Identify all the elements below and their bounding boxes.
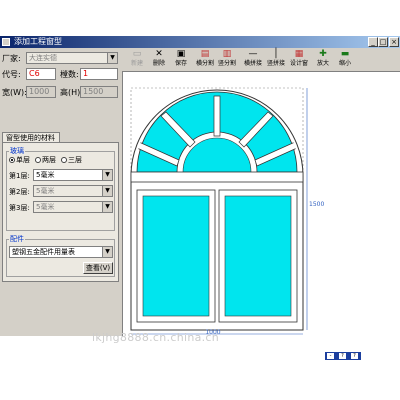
radio-dot-icon — [9, 157, 15, 163]
hsplit-icon: ▤ — [200, 49, 210, 59]
layer1-label: 第1层: — [9, 172, 30, 180]
radio-triple[interactable]: 三层 — [61, 156, 82, 165]
layer2-select[interactable]: 5毫米 ▼ — [33, 185, 113, 197]
layer1-value: 5毫米 — [36, 171, 55, 179]
right-glass — [224, 195, 292, 317]
chevron-down-icon: ▼ — [102, 247, 112, 257]
vsplit-icon: ▥ — [222, 49, 232, 59]
layer2-value: 5毫米 — [36, 187, 55, 195]
radio-dot-icon — [35, 157, 41, 163]
delete-icon: ✕ — [155, 49, 163, 59]
code-label: 代号: — [2, 70, 21, 79]
chevron-down-icon: ▼ — [102, 202, 112, 212]
left-panel: 厂家: 大连实德 ▼ 代号: C6 樘数: 1 宽(W): 1000 高(H):… — [0, 48, 122, 336]
count-label: 樘数: — [60, 70, 79, 79]
width-label: 宽(W): — [2, 88, 27, 97]
chevron-down-icon: ▼ — [102, 186, 112, 196]
height-dim-label: 1500 — [309, 201, 324, 208]
title-bar: 添加工程窗型 _ □ × — [0, 36, 400, 48]
app-window: 添加工程窗型 _ □ × 厂家: 大连实德 ▼ 代号: C6 樘数: 1 宽(W… — [0, 36, 400, 336]
toolbar-save-button[interactable]: ▣ 保存 — [170, 49, 192, 71]
width-field[interactable]: 1000 — [26, 86, 56, 98]
toolbar-hjoin-button[interactable]: — 横拼接 — [242, 49, 264, 71]
layer2-label: 第2层: — [9, 188, 30, 196]
toolbar-delete-button[interactable]: ✕ 删除 — [148, 49, 170, 71]
parts-select[interactable]: 塑钢五金配件用量表 ▼ — [9, 246, 113, 258]
window-drawing: 1000 1500 — [130, 87, 324, 336]
toolbar-design-button[interactable]: ▦ 设计窗 — [288, 49, 310, 71]
toolbar: ▭ 新建 ✕ 删除 ▣ 保存 ▤ 横分割 ▥ 竖分割 — 横拼接 │ 竖拼接 ▦ — [122, 48, 400, 72]
layer3-select[interactable]: 5毫米 ▼ — [33, 201, 113, 213]
parts-value: 塑钢五金配件用量表 — [12, 248, 75, 256]
vendor-value: 大连实德 — [29, 54, 57, 62]
materials-panel: 玻璃 单层 两层 三层 第1层: 5毫米 ▼ 第2层: 5毫米 ▼ 第3层: 5… — [2, 142, 119, 282]
toolbar-vjoin-button[interactable]: │ 竖拼接 — [265, 49, 287, 71]
toolbar-zoom-out-button[interactable]: ▬ 缩小 — [334, 49, 356, 71]
layer3-label: 第3层: — [9, 204, 30, 212]
zoom-in-icon: ✚ — [319, 49, 327, 59]
toolbar-new-button[interactable]: ▭ 新建 — [126, 49, 148, 71]
close-button[interactable]: × — [389, 37, 399, 47]
view-button[interactable]: 查看(V) — [83, 262, 113, 274]
bottom-btn-a[interactable]: - — [327, 353, 334, 359]
zoom-out-icon: ▬ — [340, 49, 350, 59]
toolbar-zoom-in-button[interactable]: ✚ 放大 — [312, 49, 334, 71]
radio-dot-icon — [61, 157, 67, 163]
vendor-label: 厂家: — [2, 54, 21, 63]
code-field[interactable]: C6 — [26, 68, 56, 80]
parts-group-title: 配件 — [9, 234, 25, 244]
layer3-value: 5毫米 — [36, 203, 55, 211]
toolbar-hsplit-button[interactable]: ▤ 横分割 — [194, 49, 216, 71]
radio-single[interactable]: 单层 — [9, 156, 30, 165]
transom-bar — [130, 171, 304, 183]
left-glass — [142, 195, 210, 317]
minimize-button[interactable]: _ — [368, 37, 378, 47]
glass-group-title: 玻璃 — [9, 146, 25, 156]
bottom-bar: - ? ? — [325, 352, 361, 360]
layer1-select[interactable]: 5毫米 ▼ — [33, 169, 113, 181]
height-field[interactable]: 1500 — [80, 86, 118, 98]
tab-materials[interactable]: 窗型使用的材料 — [2, 132, 60, 142]
chevron-down-icon: ▼ — [107, 53, 117, 63]
bottom-btn-c[interactable]: ? — [351, 353, 358, 359]
maximize-button[interactable]: □ — [378, 37, 388, 47]
count-field[interactable]: 1 — [80, 68, 118, 80]
design-icon: ▦ — [294, 49, 304, 59]
radio-double[interactable]: 两层 — [35, 156, 56, 165]
save-icon: ▣ — [176, 49, 186, 59]
vjoin-icon: │ — [273, 49, 279, 59]
window-title: 添加工程窗型 — [14, 37, 62, 46]
chevron-down-icon: ▼ — [102, 170, 112, 180]
toolbar-vsplit-button[interactable]: ▥ 竖分割 — [216, 49, 238, 71]
watermark-text: lkjhg8888.cn.china.cn — [92, 331, 220, 344]
bottom-btn-b[interactable]: ? — [339, 353, 346, 359]
new-icon: ▭ — [132, 49, 142, 59]
vendor-select[interactable]: 大连实德 ▼ — [26, 52, 118, 64]
app-icon — [2, 38, 10, 46]
drawing-canvas[interactable]: 1000 1500 — [122, 72, 400, 336]
hjoin-icon: — — [248, 49, 258, 59]
